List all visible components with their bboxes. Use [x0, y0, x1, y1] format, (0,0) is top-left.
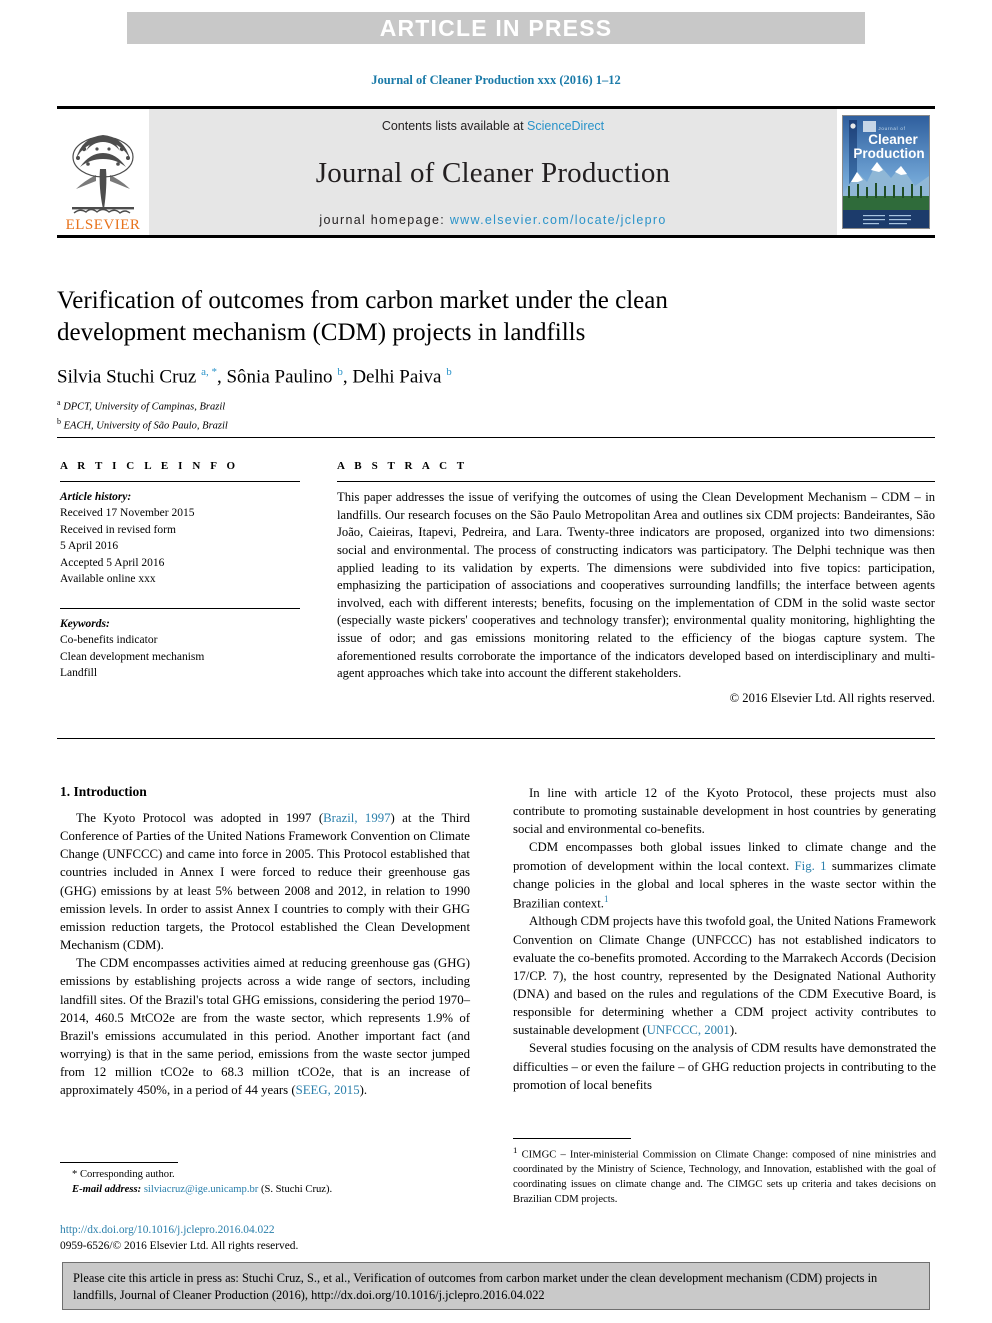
abstract-copyright: © 2016 Elsevier Ltd. All rights reserved…	[729, 690, 935, 705]
citation-footer-box: Please cite this article in press as: St…	[62, 1262, 930, 1310]
body-column-left: 1. Introduction The Kyoto Protocol was a…	[60, 784, 470, 1100]
body-paragraph: Although CDM projects have this twofold …	[513, 914, 936, 1038]
keyword-item: Clean development mechanism	[60, 650, 205, 663]
article-history-label: Article history:	[60, 491, 132, 503]
citation-link[interactable]: Fig. 1	[795, 859, 827, 873]
affiliation-list: a DPCT, University of Campinas, Brazil b …	[57, 397, 935, 434]
title-block: Verification of outcomes from carbon mar…	[57, 285, 935, 434]
abstract-bottom-rule	[57, 738, 935, 739]
doi-link[interactable]: http://dx.doi.org/10.1016/j.jclepro.2016…	[60, 1222, 480, 1238]
footnote-right: 1 CIMGC – Inter-ministerial Commission o…	[513, 1138, 936, 1208]
elsevier-wordmark: ELSEVIER	[65, 217, 141, 233]
footnote-left: * Corresponding author. E-mail address: …	[60, 1162, 470, 1198]
issn-copyright-line: 0959-6526/© 2016 Elsevier Ltd. All right…	[60, 1240, 299, 1253]
body-paragraph: The Kyoto Protocol was adopted in 1997 (…	[60, 811, 470, 953]
abstract-text: This paper addresses the issue of verify…	[337, 490, 935, 681]
journal-homepage-line: journal homepage: www.elsevier.com/locat…	[319, 213, 666, 227]
keyword-item: Co-benefits indicator	[60, 634, 158, 647]
email-address-note: E-mail address: silviacruz@ige.unicamp.b…	[60, 1183, 470, 1198]
elsevier-tree-icon	[72, 135, 134, 214]
doi-block: http://dx.doi.org/10.1016/j.jclepro.2016…	[60, 1222, 480, 1254]
svg-text:Journal of: Journal of	[878, 126, 905, 131]
section-title-introduction: 1. Introduction	[60, 784, 147, 799]
corresponding-author-note: * Corresponding author.	[72, 1169, 175, 1180]
body-paragraph: In line with article 12 of the Kyoto Pro…	[513, 786, 936, 837]
article-history-line: Available online xxx	[60, 573, 156, 586]
footnote-rule-right	[513, 1138, 631, 1139]
journal-cover-container: Journal of Cleaner Production	[837, 109, 935, 235]
email-label: E-mail address:	[72, 1183, 142, 1195]
citation-link[interactable]: Brazil, 1997	[323, 811, 390, 825]
affiliation-item: a DPCT, University of Campinas, Brazil	[57, 398, 226, 413]
article-history-line: Received 17 November 2015	[60, 507, 195, 520]
journal-reference-line: Journal of Cleaner Production xxx (2016)…	[371, 73, 621, 87]
contents-available-line: Contents lists available at ScienceDirec…	[382, 119, 604, 133]
journal-masthead: ELSEVIER Contents lists available at Sci…	[57, 106, 935, 238]
svg-text:Cleaner: Cleaner	[868, 132, 918, 147]
citation-link[interactable]: UNFCCC, 2001	[647, 1023, 730, 1037]
email-suffix: (S. Stuchi Cruz).	[260, 1183, 333, 1195]
article-in-press-label: ARTICLE IN PRESS	[379, 14, 613, 41]
journal-cover-image: Journal of Cleaner Production	[842, 115, 930, 229]
body-column-right: In line with article 12 of the Kyoto Pro…	[513, 784, 936, 1094]
article-info-heading: A R T I C L E I N F O	[60, 460, 239, 472]
journal-title: Journal of Cleaner Production	[315, 156, 671, 189]
keyword-lines: Co-benefits indicator Clean development m…	[60, 632, 300, 681]
sciencedirect-link[interactable]: ScienceDirect	[527, 119, 604, 133]
abstract-rule	[337, 481, 935, 482]
article-history-group: Article history: Received 17 November 20…	[60, 489, 300, 588]
page-title: Verification of outcomes from carbon mar…	[57, 287, 668, 346]
article-history-line: Received in revised form	[60, 523, 176, 536]
abstract-heading: A B S T R A C T	[337, 460, 468, 472]
right-paragraphs: In line with article 12 of the Kyoto Pro…	[513, 784, 936, 1094]
body-columns: 1. Introduction The Kyoto Protocol was a…	[60, 784, 936, 1164]
keywords-group: Keywords: Co-benefits indicator Clean dev…	[60, 616, 300, 682]
left-paragraphs: The Kyoto Protocol was adopted in 1997 (…	[60, 809, 470, 1100]
body-paragraph: The CDM encompasses activities aimed at …	[60, 956, 470, 1098]
elsevier-logo: ELSEVIER	[57, 109, 149, 235]
article-history-line: 5 April 2016	[60, 540, 119, 553]
keywords-label: Keywords:	[60, 617, 110, 630]
article-in-press-banner: ARTICLE IN PRESS	[127, 12, 865, 44]
footnote-marker: 1	[513, 1145, 518, 1155]
article-history-lines: Received 17 November 2015 Received in rev…	[60, 505, 300, 587]
article-info-rule-2	[60, 607, 300, 609]
abstract-column: A B S T R A C T This paper addresses the…	[337, 460, 935, 706]
citation-link[interactable]: SEEG, 2015	[296, 1083, 360, 1097]
masthead-center: Contents lists available at ScienceDirec…	[149, 109, 837, 235]
contents-prefix: Contents lists available at	[381, 119, 528, 133]
footnote-rule-left	[60, 1162, 178, 1163]
article-info-rule-1	[60, 481, 300, 482]
keyword-item: Landfill	[60, 666, 98, 679]
affiliation-item: b EACH, University of São Paulo, Brazil	[57, 416, 228, 432]
journal-homepage-link[interactable]: www.elsevier.com/locate/jclepro	[450, 213, 667, 227]
body-paragraph: CDM encompasses both global issues linke…	[513, 840, 936, 911]
footnote-cimgc-text: CIMGC – Inter-ministerial Commission on …	[513, 1149, 936, 1206]
svg-text:Production: Production	[853, 146, 924, 161]
citation-footer-text: Please cite this article in press as: St…	[73, 1271, 878, 1303]
homepage-prefix: journal homepage:	[319, 213, 450, 227]
body-paragraph: Several studies focusing on the analysis…	[513, 1041, 936, 1092]
abstract-top-rule	[57, 437, 935, 438]
author-list: Silvia Stuchi Cruz a, *, Sônia Paulino b…	[57, 366, 452, 388]
footnote-ref[interactable]: 1	[604, 894, 609, 904]
footnote-cimgc: 1 CIMGC – Inter-ministerial Commission o…	[513, 1144, 936, 1208]
article-info-column: A R T I C L E I N F O Article history: R…	[60, 460, 300, 681]
email-link[interactable]: silviacruz@ige.unicamp.br	[144, 1184, 258, 1195]
article-history-line: Accepted 5 April 2016	[60, 556, 165, 569]
